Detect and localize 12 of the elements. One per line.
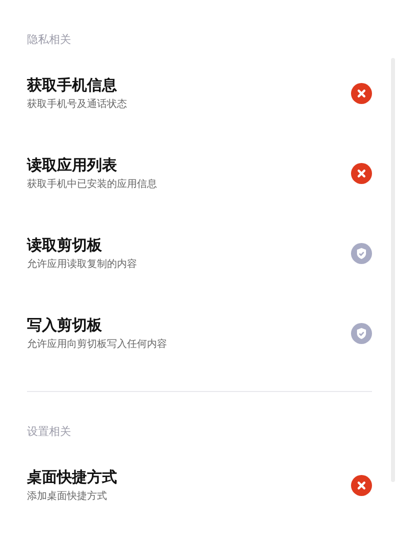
section-title: 隐私相关 [27, 32, 72, 48]
permission-title: 读取应用列表 [27, 156, 118, 175]
permission-description: 允许应用读取复制的内容 [27, 258, 137, 271]
permission-description: 获取手机中已安装的应用信息 [27, 178, 157, 191]
section-title: 设置相关 [27, 424, 72, 440]
permission-title: 获取手机信息 [27, 76, 118, 95]
permission-title: 读取剪切板 [27, 236, 103, 255]
permission-description: 获取手机号及通话状态 [27, 98, 127, 111]
permission-title: 桌面快捷方式 [27, 468, 117, 487]
permission-title: 写入剪切板 [27, 316, 103, 335]
permission-description: 允许应用向剪切板写入任何内容 [27, 338, 167, 351]
permission-description: 添加桌面快捷方式 [27, 490, 108, 503]
